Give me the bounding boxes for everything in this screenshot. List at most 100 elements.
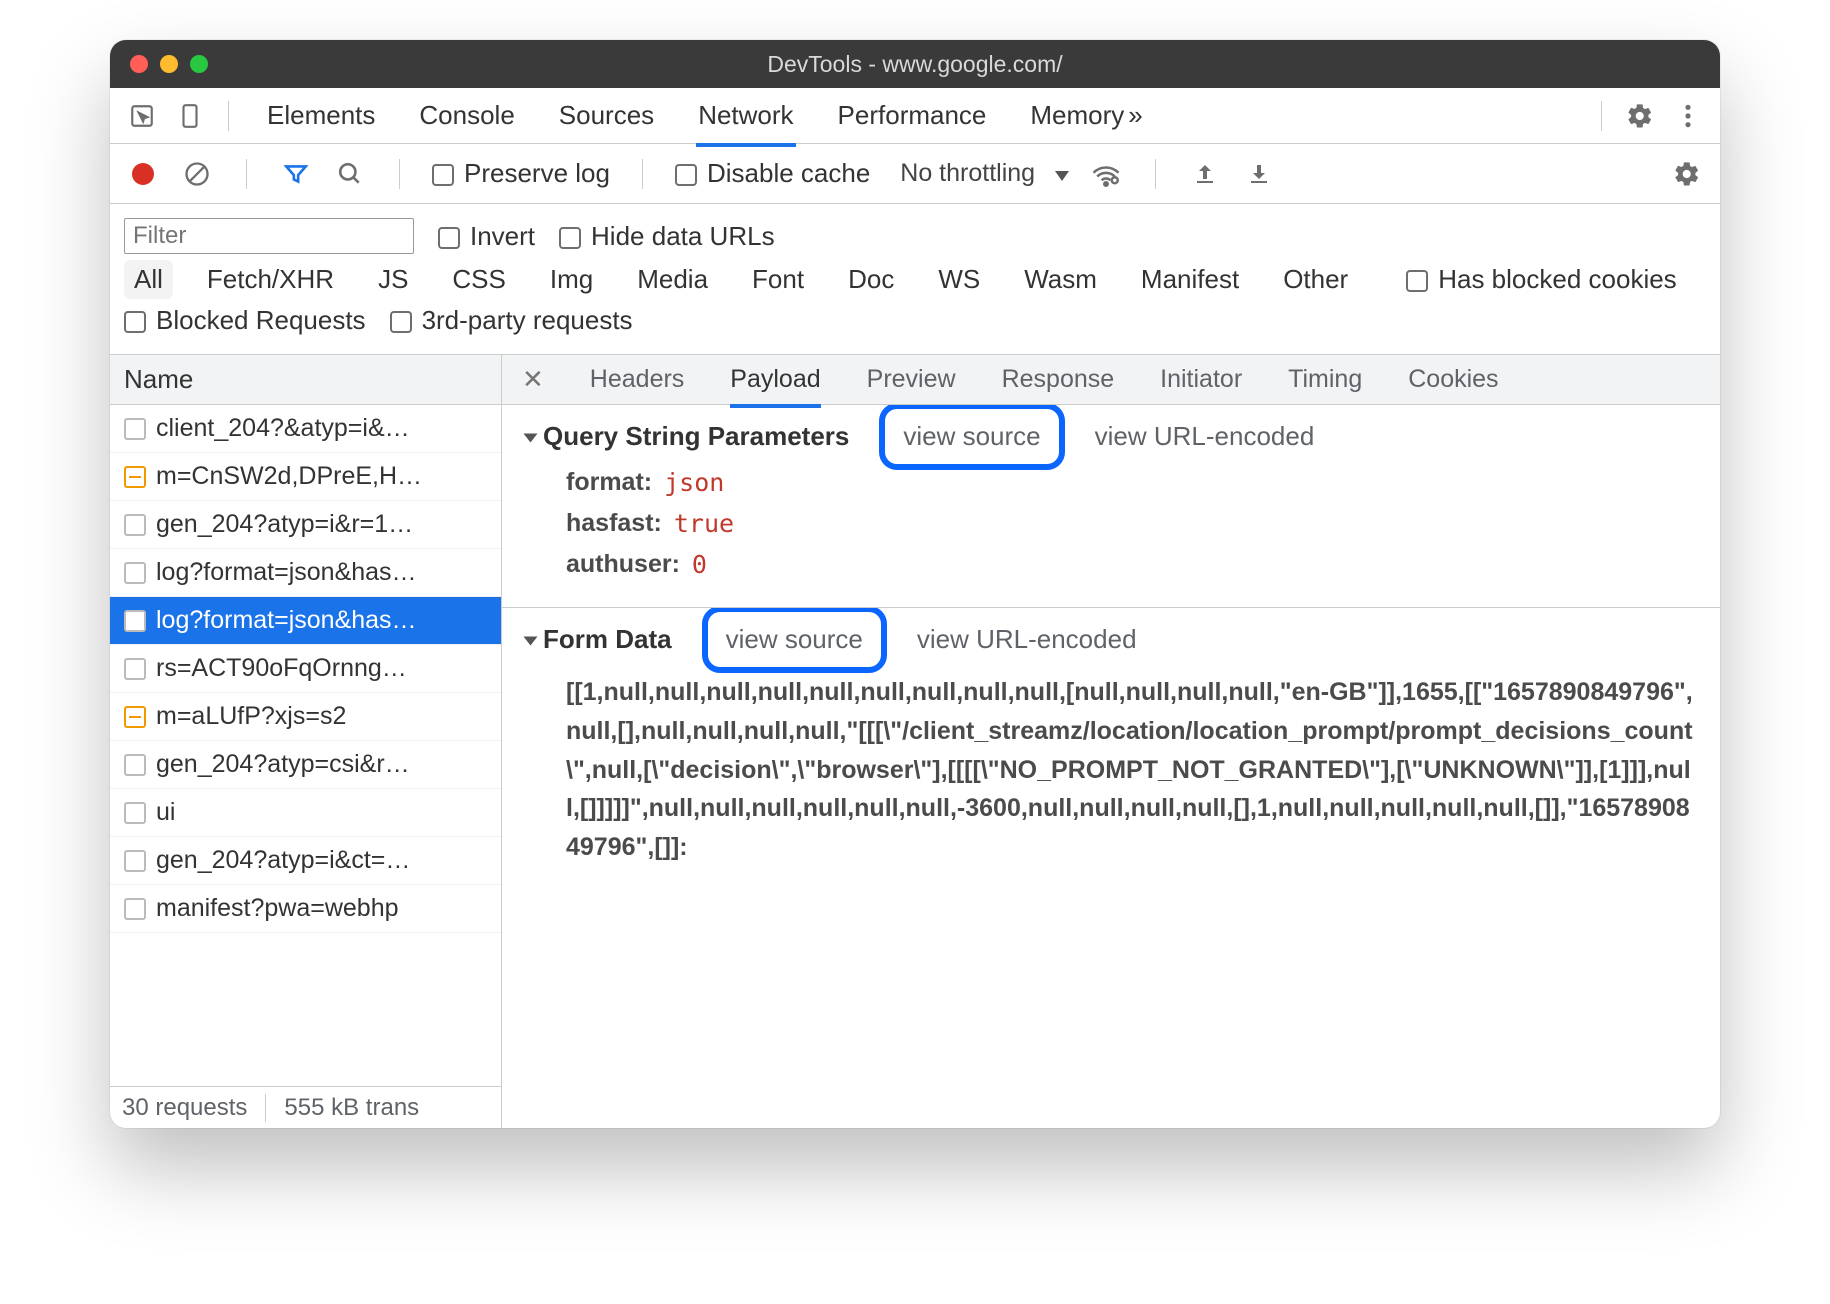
- clear-icon[interactable]: [180, 157, 214, 191]
- detail-tab-headers[interactable]: Headers: [590, 365, 685, 394]
- filter-input[interactable]: [124, 218, 414, 254]
- main-tab-strip: Elements Console Sources Network Performance…: [110, 88, 1720, 144]
- filter-type-media[interactable]: Media: [627, 260, 718, 299]
- request-row[interactable]: gen_204?atyp=i&r=1…: [110, 501, 501, 549]
- request-name: rs=ACT90oFqOrnng…: [156, 654, 407, 683]
- request-name: log?format=json&has…: [156, 558, 417, 587]
- document-file-icon: [124, 802, 146, 824]
- filter-bar: Invert Hide data URLs All Fetch/XHR JS CSS I…: [110, 204, 1720, 355]
- document-file-icon: [124, 754, 146, 776]
- filter-type-font[interactable]: Font: [742, 260, 814, 299]
- transfer-size: 555 kB trans: [265, 1094, 419, 1122]
- request-row[interactable]: manifest?pwa=webhp: [110, 885, 501, 933]
- qsp-view-source-link[interactable]: view source: [903, 421, 1040, 451]
- blocked-requests-checkbox[interactable]: Blocked Requests: [124, 305, 366, 336]
- hide-data-urls-checkbox[interactable]: Hide data URLs: [559, 221, 775, 252]
- document-file-icon: [124, 658, 146, 680]
- formdata-view-url-encoded-link[interactable]: view URL-encoded: [917, 624, 1137, 655]
- request-name: m=CnSW2d,DPreE,H…: [156, 462, 422, 491]
- filter-type-wasm[interactable]: Wasm: [1014, 260, 1107, 299]
- preserve-log-label: Preserve log: [464, 158, 610, 188]
- tab-console[interactable]: Console: [419, 88, 514, 143]
- disclosure-triangle-icon[interactable]: [524, 637, 538, 646]
- gear-icon[interactable]: [1618, 94, 1662, 138]
- kebab-menu-icon[interactable]: [1666, 94, 1710, 138]
- request-name: client_204?&atyp=i&…: [156, 414, 410, 443]
- script-file-icon: [124, 466, 146, 488]
- detail-tab-payload[interactable]: Payload: [730, 365, 820, 408]
- request-name: manifest?pwa=webhp: [156, 894, 399, 923]
- request-name: gen_204?atyp=i&ct=…: [156, 846, 410, 875]
- request-name: ui: [156, 798, 175, 827]
- window-title: DevTools - www.google.com/: [110, 51, 1720, 78]
- detail-tab-preview[interactable]: Preview: [867, 365, 956, 394]
- detail-tab-timing[interactable]: Timing: [1288, 365, 1362, 394]
- status-bar: 30 requests 555 kB trans: [110, 1086, 501, 1128]
- document-file-icon: [124, 898, 146, 920]
- request-row[interactable]: m=CnSW2d,DPreE,H…: [110, 453, 501, 501]
- disclosure-triangle-icon[interactable]: [524, 434, 538, 443]
- tab-performance[interactable]: Performance: [838, 88, 987, 143]
- request-row[interactable]: log?format=json&has…: [110, 549, 501, 597]
- has-blocked-cookies-checkbox[interactable]: Has blocked cookies: [1406, 264, 1676, 295]
- filter-type-doc[interactable]: Doc: [838, 260, 904, 299]
- detail-tab-cookies[interactable]: Cookies: [1408, 365, 1498, 394]
- request-row[interactable]: gen_204?atyp=i&ct=…: [110, 837, 501, 885]
- request-list: Name client_204?&atyp=i&… m=CnSW2d,DPreE,…: [110, 355, 502, 1128]
- throttling-select[interactable]: No throttling: [900, 159, 1069, 188]
- tab-elements[interactable]: Elements: [267, 88, 375, 143]
- request-row[interactable]: log?format=json&has…: [110, 597, 501, 645]
- close-icon[interactable]: ✕: [522, 364, 544, 395]
- third-party-checkbox[interactable]: 3rd-party requests: [390, 305, 633, 336]
- filter-type-img[interactable]: Img: [540, 260, 603, 299]
- detail-tab-initiator[interactable]: Initiator: [1160, 365, 1242, 394]
- inspect-element-icon[interactable]: [120, 94, 164, 138]
- filter-type-js[interactable]: JS: [368, 260, 418, 299]
- filter-type-ws[interactable]: WS: [928, 260, 990, 299]
- upload-har-icon[interactable]: [1188, 157, 1222, 191]
- filter-type-other[interactable]: Other: [1273, 260, 1358, 299]
- download-har-icon[interactable]: [1242, 157, 1276, 191]
- document-file-icon: [124, 562, 146, 584]
- formdata-view-source-link[interactable]: view source: [726, 624, 863, 654]
- filter-type-css[interactable]: CSS: [442, 260, 515, 299]
- detail-pane: ✕ Headers Payload Preview Response Initiator…: [502, 355, 1720, 1128]
- detail-tab-response[interactable]: Response: [1002, 365, 1115, 394]
- network-toolbar: Preserve log Disable cache No throttling: [110, 144, 1720, 204]
- document-file-icon: [124, 514, 146, 536]
- titlebar: DevTools - www.google.com/: [110, 40, 1720, 88]
- device-toolbar-icon[interactable]: [168, 94, 212, 138]
- more-tabs-button[interactable]: »: [1128, 88, 1142, 143]
- query-param: hasfast:true: [566, 509, 1696, 538]
- request-row[interactable]: client_204?&atyp=i&…: [110, 405, 501, 453]
- request-name: log?format=json&has…: [156, 606, 417, 635]
- filter-type-all[interactable]: All: [124, 260, 173, 299]
- request-count: 30 requests: [122, 1094, 247, 1122]
- document-file-icon: [124, 850, 146, 872]
- network-conditions-icon[interactable]: [1089, 157, 1123, 191]
- request-row[interactable]: m=aLUfP?xjs=s2: [110, 693, 501, 741]
- document-file-icon: [124, 610, 146, 632]
- invert-checkbox[interactable]: Invert: [438, 221, 535, 252]
- filter-type-fetch-xhr[interactable]: Fetch/XHR: [197, 260, 344, 299]
- disable-cache-checkbox[interactable]: Disable cache: [675, 158, 870, 189]
- preserve-log-checkbox[interactable]: Preserve log: [432, 158, 610, 189]
- form-data-section-title: Form Data: [543, 624, 672, 654]
- qsp-view-url-encoded-link[interactable]: view URL-encoded: [1095, 421, 1315, 452]
- script-file-icon: [124, 706, 146, 728]
- name-column-header[interactable]: Name: [110, 355, 501, 405]
- chevron-down-icon: [1055, 171, 1069, 181]
- request-name: gen_204?atyp=i&r=1…: [156, 510, 413, 539]
- record-button[interactable]: [126, 157, 160, 191]
- request-name: m=aLUfP?xjs=s2: [156, 702, 346, 731]
- tab-sources[interactable]: Sources: [559, 88, 654, 143]
- panel-gear-icon[interactable]: [1670, 157, 1704, 191]
- search-icon[interactable]: [333, 157, 367, 191]
- request-row[interactable]: gen_204?atyp=csi&r…: [110, 741, 501, 789]
- request-row[interactable]: rs=ACT90oFqOrnng…: [110, 645, 501, 693]
- tab-memory[interactable]: Memory: [1030, 88, 1124, 143]
- tab-network[interactable]: Network: [698, 88, 793, 143]
- filter-icon[interactable]: [279, 157, 313, 191]
- request-row[interactable]: ui: [110, 789, 501, 837]
- filter-type-manifest[interactable]: Manifest: [1131, 260, 1249, 299]
